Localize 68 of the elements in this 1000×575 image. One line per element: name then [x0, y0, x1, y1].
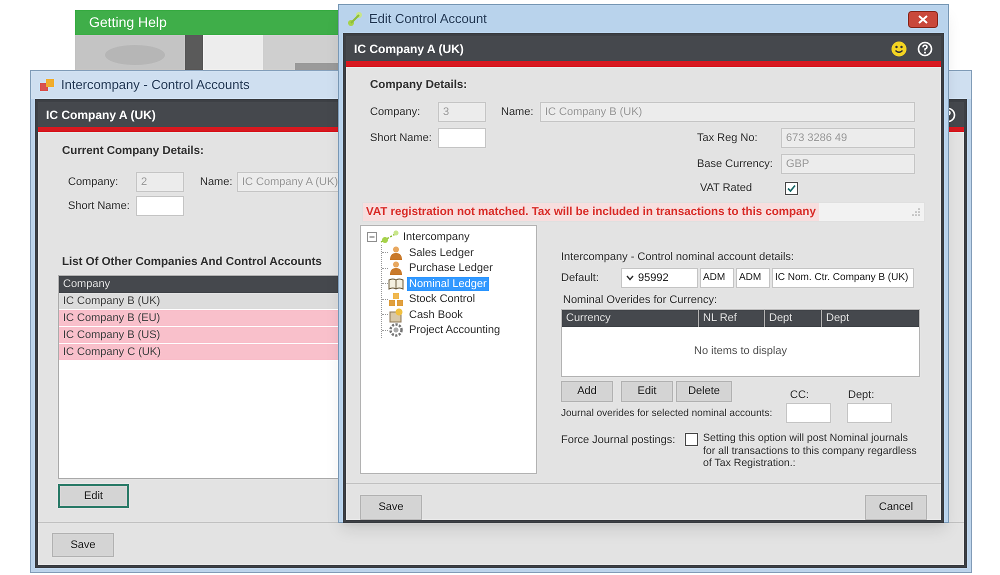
- field-label: Force Journal postings:: [561, 433, 676, 448]
- input-field[interactable]: [786, 403, 831, 423]
- smiley-icon[interactable]: [891, 40, 907, 56]
- window-title: Edit Control Account: [369, 10, 488, 28]
- section-title: Current Company Details:: [62, 144, 204, 159]
- field-label: CC:: [790, 388, 810, 402]
- account-dropdown[interactable]: 95992: [621, 268, 698, 288]
- cash-icon: [388, 306, 404, 323]
- section-title: Intercompany - Control nominal account details:: [561, 250, 794, 264]
- option-note: Setting this option will post Nominal journals for all transactions to this company regardless of Tax Registration.:: [703, 432, 918, 470]
- chevron-icon: [626, 275, 634, 281]
- field-label: Journal overides for selected nominal accounts:: [561, 406, 774, 420]
- empty-message: No items to display: [694, 344, 787, 360]
- node-icon: [379, 229, 401, 245]
- section-title: Company Details:: [370, 78, 468, 93]
- input-field[interactable]: [847, 403, 892, 423]
- checkbox-label: VAT Rated: [700, 180, 753, 196]
- field-label: Default:: [561, 270, 600, 286]
- field-label: Short Name:: [68, 198, 131, 214]
- input-field[interactable]: ADM: [736, 268, 770, 288]
- tree-item[interactable]: Stock Control: [407, 292, 478, 306]
- person-icon: [388, 244, 404, 261]
- edit-button[interactable]: Edit: [58, 484, 129, 508]
- checkbox[interactable]: [685, 433, 698, 446]
- boxes-icon: [388, 291, 404, 308]
- save-button[interactable]: Save: [360, 495, 422, 520]
- tree-item[interactable]: Intercompany: [403, 228, 470, 246]
- section-title: Nominal Overides for Currency:: [563, 293, 718, 307]
- field-label: Tax Reg No:: [697, 130, 759, 146]
- dropdown-value: 95992: [638, 270, 669, 286]
- panel-header: IC Company A (UK): [354, 40, 465, 58]
- help-icon[interactable]: [917, 40, 933, 56]
- app-icon: [347, 11, 363, 27]
- field-label: Company:: [68, 174, 120, 190]
- column-header: Currency: [565, 311, 612, 326]
- close-icon[interactable]: [908, 10, 938, 28]
- section-title: List Of Other Companies And Control Accounts: [62, 255, 322, 270]
- field-label: Dept:: [848, 388, 874, 402]
- input-field[interactable]: ADM: [700, 268, 734, 288]
- warning-message: VAT registration not matched. Tax will be included in transactions to this company: [363, 203, 819, 221]
- field-label: Short Name:: [370, 130, 433, 146]
- edit-button[interactable]: Edit: [621, 381, 673, 402]
- input-field[interactable]: [136, 196, 184, 216]
- checkbox[interactable]: [785, 182, 798, 194]
- window-title: Intercompany - Control Accounts: [61, 76, 250, 94]
- tree-item[interactable]: Purchase Ledger: [407, 261, 495, 276]
- field-label: Base Currency:: [697, 156, 774, 172]
- collapse-icon[interactable]: [367, 232, 377, 242]
- tree-item[interactable]: Cash Book: [407, 308, 465, 322]
- save-button[interactable]: Save: [52, 533, 114, 557]
- column-header: NL Ref: [698, 310, 764, 327]
- add-button[interactable]: Add: [561, 381, 613, 402]
- book-icon: [388, 276, 404, 292]
- tree-item[interactable]: Sales Ledger: [407, 246, 476, 260]
- tree-item[interactable]: Project Accounting: [407, 323, 502, 338]
- person-icon: [388, 260, 404, 276]
- column-header: Dept: [821, 310, 919, 327]
- resize-grip-icon: [912, 208, 920, 216]
- delete-button[interactable]: Delete: [676, 381, 732, 402]
- field-label: Name:: [501, 104, 534, 120]
- column-header: Dept: [764, 310, 821, 327]
- app-icon: [39, 78, 55, 92]
- field-label: Company:: [370, 104, 422, 120]
- input-field[interactable]: [438, 128, 486, 148]
- field-label: Name:: [200, 174, 234, 190]
- panel-header: IC Company A (UK): [46, 106, 156, 124]
- input-field[interactable]: IC Nom. Ctr. Company B (UK): [772, 268, 914, 288]
- cancel-button[interactable]: Cancel: [865, 495, 927, 520]
